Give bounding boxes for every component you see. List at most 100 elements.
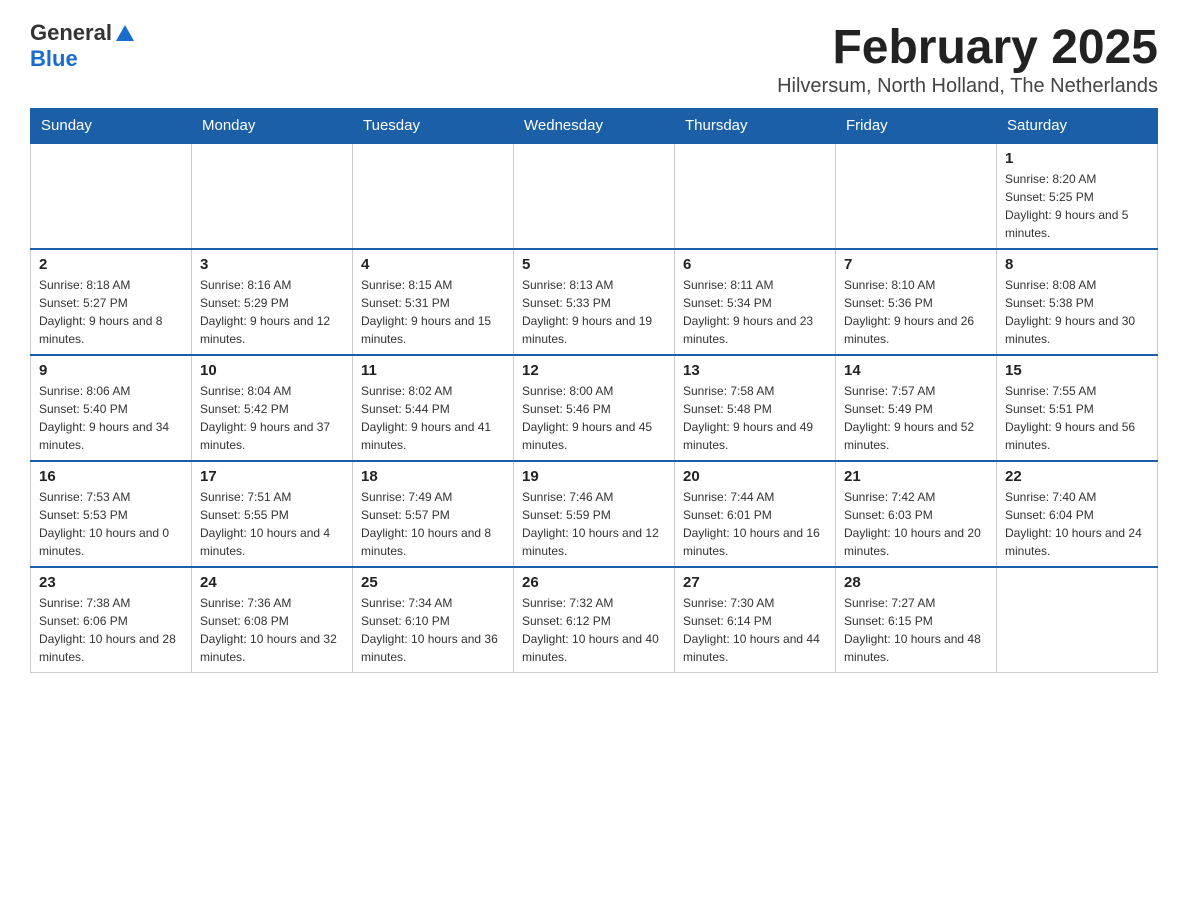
day-info: Sunrise: 8:10 AMSunset: 5:36 PMDaylight:…	[844, 276, 988, 348]
calendar-cell-w2d0: 9 Sunrise: 8:06 AMSunset: 5:40 PMDaylight…	[31, 355, 192, 461]
weekday-header-thursday: Thursday	[675, 109, 836, 144]
logo-blue-text: Blue	[30, 46, 78, 71]
day-number: 9	[39, 362, 183, 379]
day-info: Sunrise: 8:08 AMSunset: 5:38 PMDaylight:…	[1005, 276, 1149, 348]
calendar-cell-w4d6	[997, 567, 1158, 673]
day-info: Sunrise: 8:00 AMSunset: 5:46 PMDaylight:…	[522, 382, 666, 454]
day-number: 15	[1005, 362, 1149, 379]
day-number: 18	[361, 468, 505, 485]
calendar-cell-w2d6: 15 Sunrise: 7:55 AMSunset: 5:51 PMDayligh…	[997, 355, 1158, 461]
day-info: Sunrise: 7:57 AMSunset: 5:49 PMDaylight:…	[844, 382, 988, 454]
day-number: 14	[844, 362, 988, 379]
header: General Blue February 2025 Hilversum, No…	[30, 20, 1158, 98]
week-row-4: 23Sunrise: 7:38 AMSunset: 6:06 PMDayligh…	[31, 567, 1158, 673]
title-area: February 2025 Hilversum, North Holland, …	[777, 20, 1158, 98]
weekday-header-saturday: Saturday	[997, 109, 1158, 144]
day-number: 5	[522, 256, 666, 273]
day-number: 2	[39, 256, 183, 273]
day-info: Sunrise: 7:32 AMSunset: 6:12 PMDaylight:…	[522, 594, 666, 666]
day-number: 27	[683, 574, 827, 591]
day-info: Sunrise: 8:11 AMSunset: 5:34 PMDaylight:…	[683, 276, 827, 348]
calendar-cell-w1d2: 4 Sunrise: 8:15 AMSunset: 5:31 PMDaylight…	[353, 249, 514, 355]
day-info: Sunrise: 7:46 AMSunset: 5:59 PMDaylight:…	[522, 488, 666, 560]
day-number: 8	[1005, 256, 1149, 273]
day-info: Sunrise: 8:04 AMSunset: 5:42 PMDaylight:…	[200, 382, 344, 454]
calendar-cell-w4d3: 26 Sunrise: 7:32 AMSunset: 6:12 PMDayligh…	[514, 567, 675, 673]
calendar-cell-w0d5	[836, 143, 997, 249]
calendar-cell-w0d2	[353, 143, 514, 249]
day-info: Sunrise: 7:34 AMSunset: 6:10 PMDaylight:…	[361, 594, 505, 666]
week-row-1: 2 Sunrise: 8:18 AMSunset: 5:27 PMDaylight…	[31, 249, 1158, 355]
weekday-header-friday: Friday	[836, 109, 997, 144]
page-title: February 2025	[777, 20, 1158, 75]
calendar-cell-w1d6: 8 Sunrise: 8:08 AMSunset: 5:38 PMDaylight…	[997, 249, 1158, 355]
day-info: Sunrise: 7:49 AMSunset: 5:57 PMDaylight:…	[361, 488, 505, 560]
calendar-cell-w4d2: 25 Sunrise: 7:34 AMSunset: 6:10 PMDayligh…	[353, 567, 514, 673]
weekday-header-row: SundayMondayTuesdayWednesdayThursdayFrid…	[31, 109, 1158, 144]
day-info: Sunrise: 8:06 AMSunset: 5:40 PMDaylight:…	[39, 382, 183, 454]
day-info: Sunrise: 7:51 AMSunset: 5:55 PMDaylight:…	[200, 488, 344, 560]
calendar-cell-w3d3: 19 Sunrise: 7:46 AMSunset: 5:59 PMDayligh…	[514, 461, 675, 567]
calendar-cell-w4d5: 28 Sunrise: 7:27 AMSunset: 6:15 PMDayligh…	[836, 567, 997, 673]
day-number: 1	[1005, 150, 1149, 167]
calendar-cell-w4d1: 24 Sunrise: 7:36 AMSunset: 6:08 PMDayligh…	[192, 567, 353, 673]
day-number: 12	[522, 362, 666, 379]
day-info: Sunrise: 8:16 AMSunset: 5:29 PMDaylight:…	[200, 276, 344, 348]
day-info: Sunrise: 7:27 AMSunset: 6:15 PMDaylight:…	[844, 594, 988, 666]
calendar-cell-w2d4: 13 Sunrise: 7:58 AMSunset: 5:48 PMDayligh…	[675, 355, 836, 461]
day-number: 6	[683, 256, 827, 273]
day-info: Sunrise: 8:13 AMSunset: 5:33 PMDaylight:…	[522, 276, 666, 348]
calendar-cell-w3d1: 17 Sunrise: 7:51 AMSunset: 5:55 PMDayligh…	[192, 461, 353, 567]
calendar-cell-w1d0: 2 Sunrise: 8:18 AMSunset: 5:27 PMDaylight…	[31, 249, 192, 355]
day-info: Sunrise: 7:30 AMSunset: 6:14 PMDaylight:…	[683, 594, 827, 666]
day-number: 7	[844, 256, 988, 273]
calendar-cell-w1d4: 6 Sunrise: 8:11 AMSunset: 5:34 PMDaylight…	[675, 249, 836, 355]
day-info: Sunrise: 8:02 AMSunset: 5:44 PMDaylight:…	[361, 382, 505, 454]
day-info: Sunrise: 7:36 AMSunset: 6:08 PMDaylight:…	[200, 594, 344, 666]
calendar-cell-w1d5: 7 Sunrise: 8:10 AMSunset: 5:36 PMDaylight…	[836, 249, 997, 355]
calendar-cell-w4d0: 23Sunrise: 7:38 AMSunset: 6:06 PMDayligh…	[31, 567, 192, 673]
calendar-cell-w4d4: 27 Sunrise: 7:30 AMSunset: 6:14 PMDayligh…	[675, 567, 836, 673]
calendar-cell-w0d0	[31, 143, 192, 249]
day-info: Sunrise: 8:18 AMSunset: 5:27 PMDaylight:…	[39, 276, 183, 348]
day-number: 25	[361, 574, 505, 591]
day-number: 22	[1005, 468, 1149, 485]
calendar-cell-w2d1: 10 Sunrise: 8:04 AMSunset: 5:42 PMDayligh…	[192, 355, 353, 461]
day-number: 4	[361, 256, 505, 273]
weekday-header-tuesday: Tuesday	[353, 109, 514, 144]
day-number: 16	[39, 468, 183, 485]
day-info: Sunrise: 7:42 AMSunset: 6:03 PMDaylight:…	[844, 488, 988, 560]
calendar-cell-w2d3: 12 Sunrise: 8:00 AMSunset: 5:46 PMDayligh…	[514, 355, 675, 461]
day-info: Sunrise: 7:40 AMSunset: 6:04 PMDaylight:…	[1005, 488, 1149, 560]
calendar-cell-w3d0: 16 Sunrise: 7:53 AMSunset: 5:53 PMDayligh…	[31, 461, 192, 567]
calendar-cell-w0d6: 1 Sunrise: 8:20 AMSunset: 5:25 PMDaylight…	[997, 143, 1158, 249]
calendar-cell-w1d1: 3Sunrise: 8:16 AMSunset: 5:29 PMDaylight…	[192, 249, 353, 355]
weekday-header-wednesday: Wednesday	[514, 109, 675, 144]
week-row-0: 1 Sunrise: 8:20 AMSunset: 5:25 PMDaylight…	[31, 143, 1158, 249]
day-info: Sunrise: 8:15 AMSunset: 5:31 PMDaylight:…	[361, 276, 505, 348]
day-info: Sunrise: 7:55 AMSunset: 5:51 PMDaylight:…	[1005, 382, 1149, 454]
day-number: 19	[522, 468, 666, 485]
subtitle: Hilversum, North Holland, The Netherland…	[777, 75, 1158, 98]
calendar-cell-w0d1	[192, 143, 353, 249]
calendar-cell-w1d3: 5 Sunrise: 8:13 AMSunset: 5:33 PMDaylight…	[514, 249, 675, 355]
day-info: Sunrise: 8:20 AMSunset: 5:25 PMDaylight:…	[1005, 170, 1149, 242]
day-number: 28	[844, 574, 988, 591]
day-number: 17	[200, 468, 344, 485]
day-info: Sunrise: 7:58 AMSunset: 5:48 PMDaylight:…	[683, 382, 827, 454]
calendar-cell-w3d6: 22 Sunrise: 7:40 AMSunset: 6:04 PMDayligh…	[997, 461, 1158, 567]
calendar-cell-w0d4	[675, 143, 836, 249]
day-number: 21	[844, 468, 988, 485]
day-number: 20	[683, 468, 827, 485]
day-number: 11	[361, 362, 505, 379]
day-number: 13	[683, 362, 827, 379]
calendar-cell-w3d4: 20 Sunrise: 7:44 AMSunset: 6:01 PMDayligh…	[675, 461, 836, 567]
logo: General Blue	[30, 20, 134, 72]
day-info: Sunrise: 7:44 AMSunset: 6:01 PMDaylight:…	[683, 488, 827, 560]
day-number: 24	[200, 574, 344, 591]
day-number: 10	[200, 362, 344, 379]
day-info: Sunrise: 7:53 AMSunset: 5:53 PMDaylight:…	[39, 488, 183, 560]
calendar-table: SundayMondayTuesdayWednesdayThursdayFrid…	[30, 108, 1158, 673]
day-number: 26	[522, 574, 666, 591]
logo-general-text: General	[30, 20, 112, 46]
